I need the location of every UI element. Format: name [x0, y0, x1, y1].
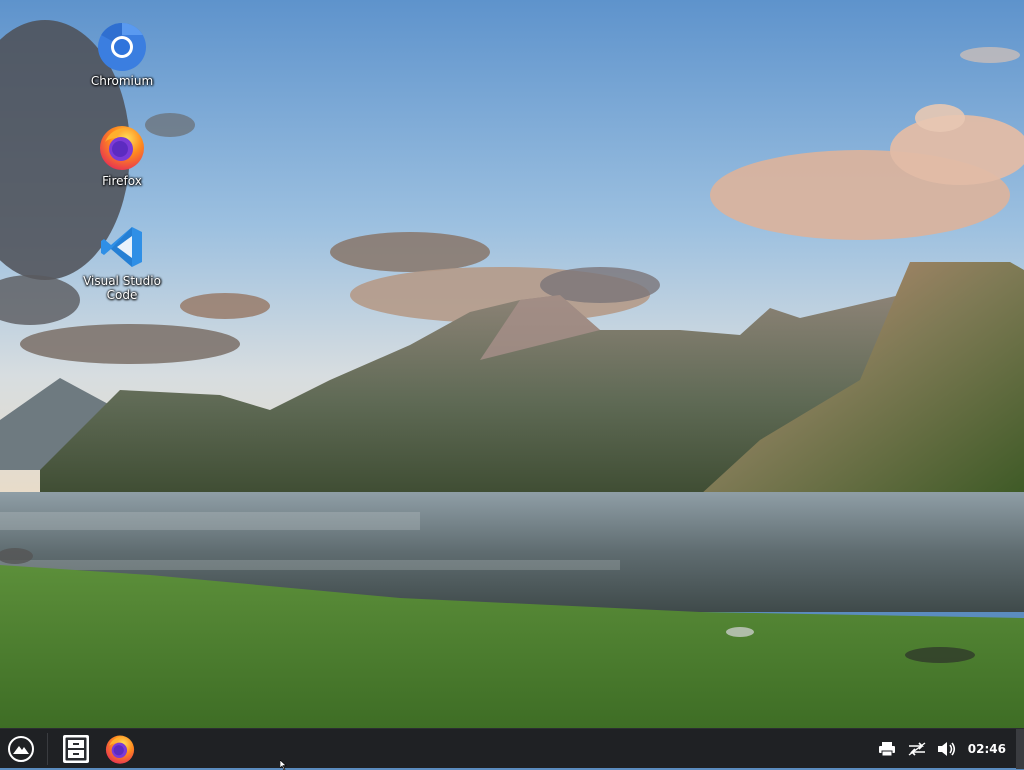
- tray-printer-button[interactable]: [872, 729, 902, 769]
- volume-icon: [937, 742, 955, 756]
- network-icon: [908, 742, 926, 756]
- firefox-icon: [100, 126, 144, 170]
- desktop-wallpaper: [0, 0, 1024, 728]
- show-desktop-button[interactable]: [1016, 729, 1024, 769]
- desktop-icon-label: Firefox: [102, 174, 142, 188]
- desktop-icon-chromium[interactable]: Chromium: [74, 22, 170, 88]
- vscode-icon: [101, 227, 142, 267]
- printer-icon: [878, 742, 895, 757]
- app-launcher-button[interactable]: [0, 729, 42, 769]
- desktop-icon-vscode[interactable]: Visual Studio Code: [74, 222, 170, 302]
- taskbar-file-manager-button[interactable]: [58, 729, 94, 769]
- chromium-icon: [98, 22, 146, 71]
- tray-network-button[interactable]: [902, 729, 932, 769]
- desktop-icon-label: Chromium: [90, 74, 154, 88]
- mouse-cursor-icon: [280, 760, 287, 770]
- file-manager-icon: [63, 735, 89, 763]
- desktop-icon-firefox[interactable]: Firefox: [74, 122, 170, 188]
- taskbar-clock[interactable]: 02:46: [962, 729, 1016, 769]
- taskbar-firefox-button[interactable]: [100, 729, 140, 769]
- system-tray: 02:46: [872, 729, 1024, 769]
- taskbar-separator: [47, 733, 48, 765]
- taskbar: 02:46: [0, 728, 1024, 769]
- app-launcher-icon: [8, 736, 34, 762]
- desktop-icon-label: Visual Studio Code: [83, 274, 161, 302]
- tray-volume-button[interactable]: [932, 729, 962, 769]
- firefox-icon: [105, 735, 135, 764]
